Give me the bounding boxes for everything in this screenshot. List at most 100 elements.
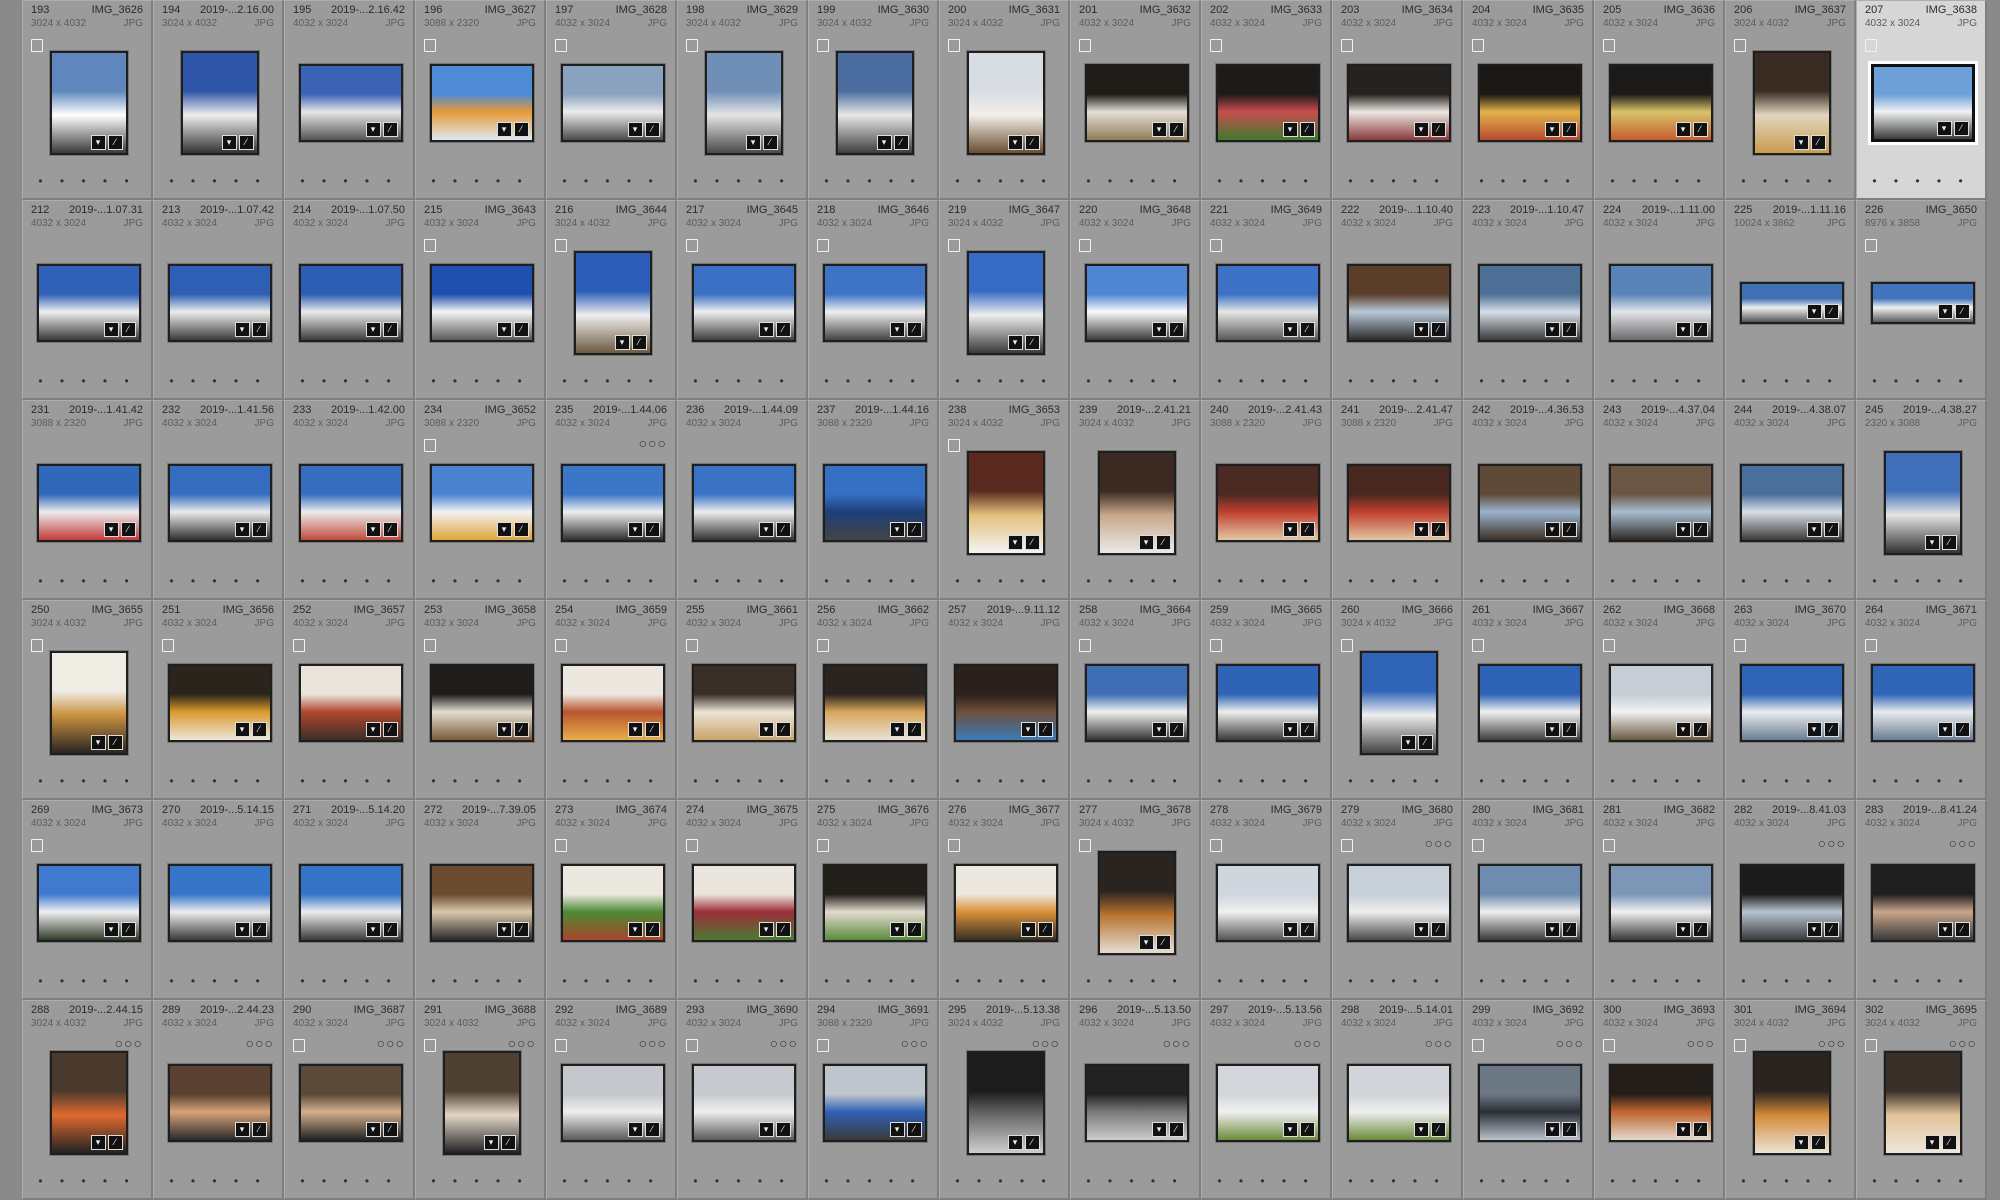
more-options-icon[interactable]: ○○○ <box>639 1035 667 1051</box>
rating-dots[interactable]: • • • • • <box>678 174 806 188</box>
photo-thumbnail[interactable]: ▾ ⁄ <box>298 1064 403 1142</box>
grid-cell[interactable]: 223 2019-...1.10.47 4032 x 3024 JPG ▾ ⁄ • • • … <box>1463 200 1594 400</box>
grid-cell[interactable]: 220 IMG_3648 4032 x 3024 JPG ▾ ⁄ • • • • • <box>1070 200 1201 400</box>
photo-thumbnail[interactable]: ▾ ⁄ <box>1215 64 1320 142</box>
rating-dots[interactable]: • • • • • <box>1202 774 1330 788</box>
rating-dots[interactable]: • • • • • <box>416 774 544 788</box>
photo-thumbnail[interactable]: ▾ ⁄ <box>1870 282 1975 324</box>
grid-cell[interactable]: 214 2019-...1.07.50 4032 x 3024 JPG ▾ ⁄ • • • … <box>284 200 415 400</box>
flag-icon[interactable] <box>948 439 960 452</box>
flag-icon[interactable] <box>817 639 829 652</box>
grid-cell[interactable]: 196 IMG_3627 3088 x 2320 JPG ▾ ⁄ • • • • • <box>415 0 546 200</box>
grid-cell[interactable]: 250 IMG_3655 3024 x 4032 JPG ▾ ⁄ • • • • • <box>22 600 153 800</box>
rating-dots[interactable]: • • • • • <box>416 374 544 388</box>
photo-thumbnail[interactable]: ▾ ⁄ <box>1752 1051 1831 1155</box>
photo-thumbnail[interactable]: ▾ ⁄ <box>1739 282 1844 324</box>
grid-cell[interactable]: 298 2019-...5.14.01 4032 x 3024 JPG ○○○ ▾ ⁄ • •… <box>1332 1000 1463 1200</box>
flag-icon[interactable] <box>817 1039 829 1052</box>
photo-thumbnail[interactable]: ▾ ⁄ <box>167 464 272 542</box>
photo-thumbnail[interactable]: ▾ ⁄ <box>298 864 403 942</box>
photo-thumbnail[interactable]: ▾ ⁄ <box>1084 664 1189 742</box>
grid-cell[interactable]: 226 IMG_3650 8976 x 3858 JPG ▾ ⁄ • • • • • <box>1856 200 1987 400</box>
grid-cell[interactable]: 236 2019-...1.44.09 4032 x 3024 JPG ▾ ⁄ • • • … <box>677 400 808 600</box>
flag-icon[interactable] <box>1734 39 1746 52</box>
photo-thumbnail[interactable]: ▾ ⁄ <box>560 464 665 542</box>
rating-dots[interactable]: • • • • • <box>416 1174 544 1188</box>
grid-cell[interactable]: 221 IMG_3649 4032 x 3024 JPG ▾ ⁄ • • • • • <box>1201 200 1332 400</box>
grid-cell[interactable]: 203 IMG_3634 4032 x 3024 JPG ▾ ⁄ • • • • • <box>1332 0 1463 200</box>
photo-thumbnail[interactable]: ▾ ⁄ <box>822 464 927 542</box>
photo-thumbnail[interactable]: ▾ ⁄ <box>1608 864 1713 942</box>
photo-thumbnail[interactable]: ▾ ⁄ <box>560 664 665 742</box>
grid-cell[interactable]: 204 IMG_3635 4032 x 3024 JPG ▾ ⁄ • • • • • <box>1463 0 1594 200</box>
grid-cell[interactable]: 234 IMG_3652 3088 x 2320 JPG ▾ ⁄ • • • • • <box>415 400 546 600</box>
grid-cell[interactable]: 222 2019-...1.10.40 4032 x 3024 JPG ▾ ⁄ • • • … <box>1332 200 1463 400</box>
more-options-icon[interactable]: ○○○ <box>639 435 667 451</box>
rating-dots[interactable]: • • • • • <box>23 574 151 588</box>
flag-icon[interactable] <box>1603 639 1615 652</box>
photo-thumbnail[interactable]: ▾ ⁄ <box>1739 464 1844 542</box>
grid-cell[interactable]: 215 IMG_3643 4032 x 3024 JPG ▾ ⁄ • • • • • <box>415 200 546 400</box>
grid-cell[interactable]: 239 2019-...2.41.21 3024 x 4032 JPG ▾ ⁄ • • • … <box>1070 400 1201 600</box>
rating-dots[interactable]: • • • • • <box>809 174 937 188</box>
photo-thumbnail[interactable]: ▾ ⁄ <box>560 864 665 942</box>
photo-thumbnail[interactable]: ▾ ⁄ <box>1215 1064 1320 1142</box>
rating-dots[interactable]: • • • • • <box>154 574 282 588</box>
rating-dots[interactable]: • • • • • <box>547 974 675 988</box>
grid-cell[interactable]: 219 IMG_3647 3024 x 4032 JPG ▾ ⁄ • • • • • <box>939 200 1070 400</box>
more-options-icon[interactable]: ○○○ <box>901 1035 929 1051</box>
rating-dots[interactable]: • • • • • <box>809 774 937 788</box>
photo-thumbnail[interactable]: ▾ ⁄ <box>1215 264 1320 342</box>
photo-thumbnail[interactable]: ▾ ⁄ <box>691 1064 796 1142</box>
rating-dots[interactable]: • • • • • <box>1726 574 1854 588</box>
rating-dots[interactable]: • • • • • <box>1595 974 1723 988</box>
grid-cell[interactable]: 295 2019-...5.13.38 3024 x 4032 JPG ○○○ ▾ ⁄ • •… <box>939 1000 1070 1200</box>
rating-dots[interactable]: • • • • • <box>285 374 413 388</box>
grid-cell[interactable]: 240 2019-...2.41.43 3088 x 2320 JPG ▾ ⁄ • • • … <box>1201 400 1332 600</box>
photo-thumbnail[interactable]: ▾ ⁄ <box>953 664 1058 742</box>
rating-dots[interactable]: • • • • • <box>809 974 937 988</box>
rating-dots[interactable]: • • • • • <box>1202 1174 1330 1188</box>
flag-icon[interactable] <box>817 239 829 252</box>
rating-dots[interactable]: • • • • • <box>154 1174 282 1188</box>
rating-dots[interactable]: • • • • • <box>1071 174 1199 188</box>
photo-thumbnail[interactable]: ▾ ⁄ <box>1215 464 1320 542</box>
photo-thumbnail[interactable]: ▾ ⁄ <box>167 664 272 742</box>
rating-dots[interactable]: • • • • • <box>1857 174 1985 188</box>
rating-dots[interactable]: • • • • • <box>1071 974 1199 988</box>
photo-thumbnail[interactable]: ▾ ⁄ <box>1097 851 1176 955</box>
grid-cell[interactable]: 213 2019-...1.07.42 4032 x 3024 JPG ▾ ⁄ • • • … <box>153 200 284 400</box>
photo-thumbnail[interactable]: ▾ ⁄ <box>560 1064 665 1142</box>
grid-cell[interactable]: 216 IMG_3644 3024 x 4032 JPG ▾ ⁄ • • • • • <box>546 200 677 400</box>
flag-icon[interactable] <box>1472 39 1484 52</box>
photo-thumbnail[interactable]: ▾ ⁄ <box>1870 64 1975 142</box>
grid-cell[interactable]: 244 2019-...4.38.07 4032 x 3024 JPG ▾ ⁄ • • • … <box>1725 400 1856 600</box>
grid-cell[interactable]: 238 IMG_3653 3024 x 4032 JPG ▾ ⁄ • • • • • <box>939 400 1070 600</box>
grid-cell[interactable]: 202 IMG_3633 4032 x 3024 JPG ▾ ⁄ • • • • • <box>1201 0 1332 200</box>
photo-thumbnail[interactable]: ▾ ⁄ <box>1870 864 1975 942</box>
rating-dots[interactable]: • • • • • <box>940 374 1068 388</box>
rating-dots[interactable]: • • • • • <box>1464 1174 1592 1188</box>
rating-dots[interactable]: • • • • • <box>1726 974 1854 988</box>
photo-thumbnail[interactable]: ▾ ⁄ <box>1739 664 1844 742</box>
rating-dots[interactable]: • • • • • <box>1464 574 1592 588</box>
rating-dots[interactable]: • • • • • <box>1333 174 1461 188</box>
grid-cell[interactable]: 297 2019-...5.13.56 4032 x 3024 JPG ○○○ ▾ ⁄ • •… <box>1201 1000 1332 1200</box>
grid-cell[interactable]: 261 IMG_3667 4032 x 3024 JPG ▾ ⁄ • • • • • <box>1463 600 1594 800</box>
photo-thumbnail[interactable]: ▾ ⁄ <box>1477 664 1582 742</box>
rating-dots[interactable]: • • • • • <box>1464 774 1592 788</box>
photo-thumbnail[interactable]: ▾ ⁄ <box>1346 1064 1451 1142</box>
photo-thumbnail[interactable]: ▾ ⁄ <box>835 51 914 155</box>
rating-dots[interactable]: • • • • • <box>1857 774 1985 788</box>
photo-thumbnail[interactable]: ▾ ⁄ <box>1215 864 1320 942</box>
more-options-icon[interactable]: ○○○ <box>1818 835 1846 851</box>
library-grid[interactable]: 193 IMG_3626 3024 x 4032 JPG ▾ ⁄ • • • • • 194 2… <box>0 0 2000 1200</box>
rating-dots[interactable]: • • • • • <box>154 374 282 388</box>
flag-icon[interactable] <box>686 639 698 652</box>
rating-dots[interactable]: • • • • • <box>1857 1174 1985 1188</box>
rating-dots[interactable]: • • • • • <box>1071 374 1199 388</box>
more-options-icon[interactable]: ○○○ <box>770 1035 798 1051</box>
photo-thumbnail[interactable]: ▾ ⁄ <box>180 51 259 155</box>
rating-dots[interactable]: • • • • • <box>416 574 544 588</box>
flag-icon[interactable] <box>1734 639 1746 652</box>
